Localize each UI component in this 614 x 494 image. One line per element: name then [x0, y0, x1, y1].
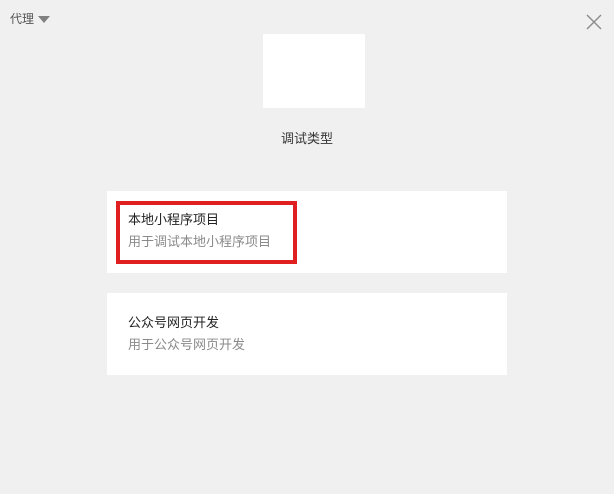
app-logo	[263, 34, 365, 108]
close-icon	[586, 14, 602, 30]
option-description: 用于公众号网页开发	[128, 338, 246, 353]
option-card-official-account-web[interactable]: 公众号网页开发 用于公众号网页开发	[107, 293, 507, 375]
option-card-local-miniprogram[interactable]: 本地小程序项目 用于调试本地小程序项目	[107, 191, 507, 273]
option-title: 本地小程序项目	[128, 213, 220, 228]
close-button[interactable]	[584, 12, 604, 32]
page-title: 调试类型	[280, 132, 333, 147]
proxy-label: 代理	[10, 12, 35, 26]
option-description: 用于调试本地小程序项目	[128, 235, 272, 250]
option-title: 公众号网页开发	[128, 316, 220, 331]
proxy-dropdown[interactable]: 代理	[10, 10, 51, 28]
triangle-down-icon	[38, 16, 51, 23]
